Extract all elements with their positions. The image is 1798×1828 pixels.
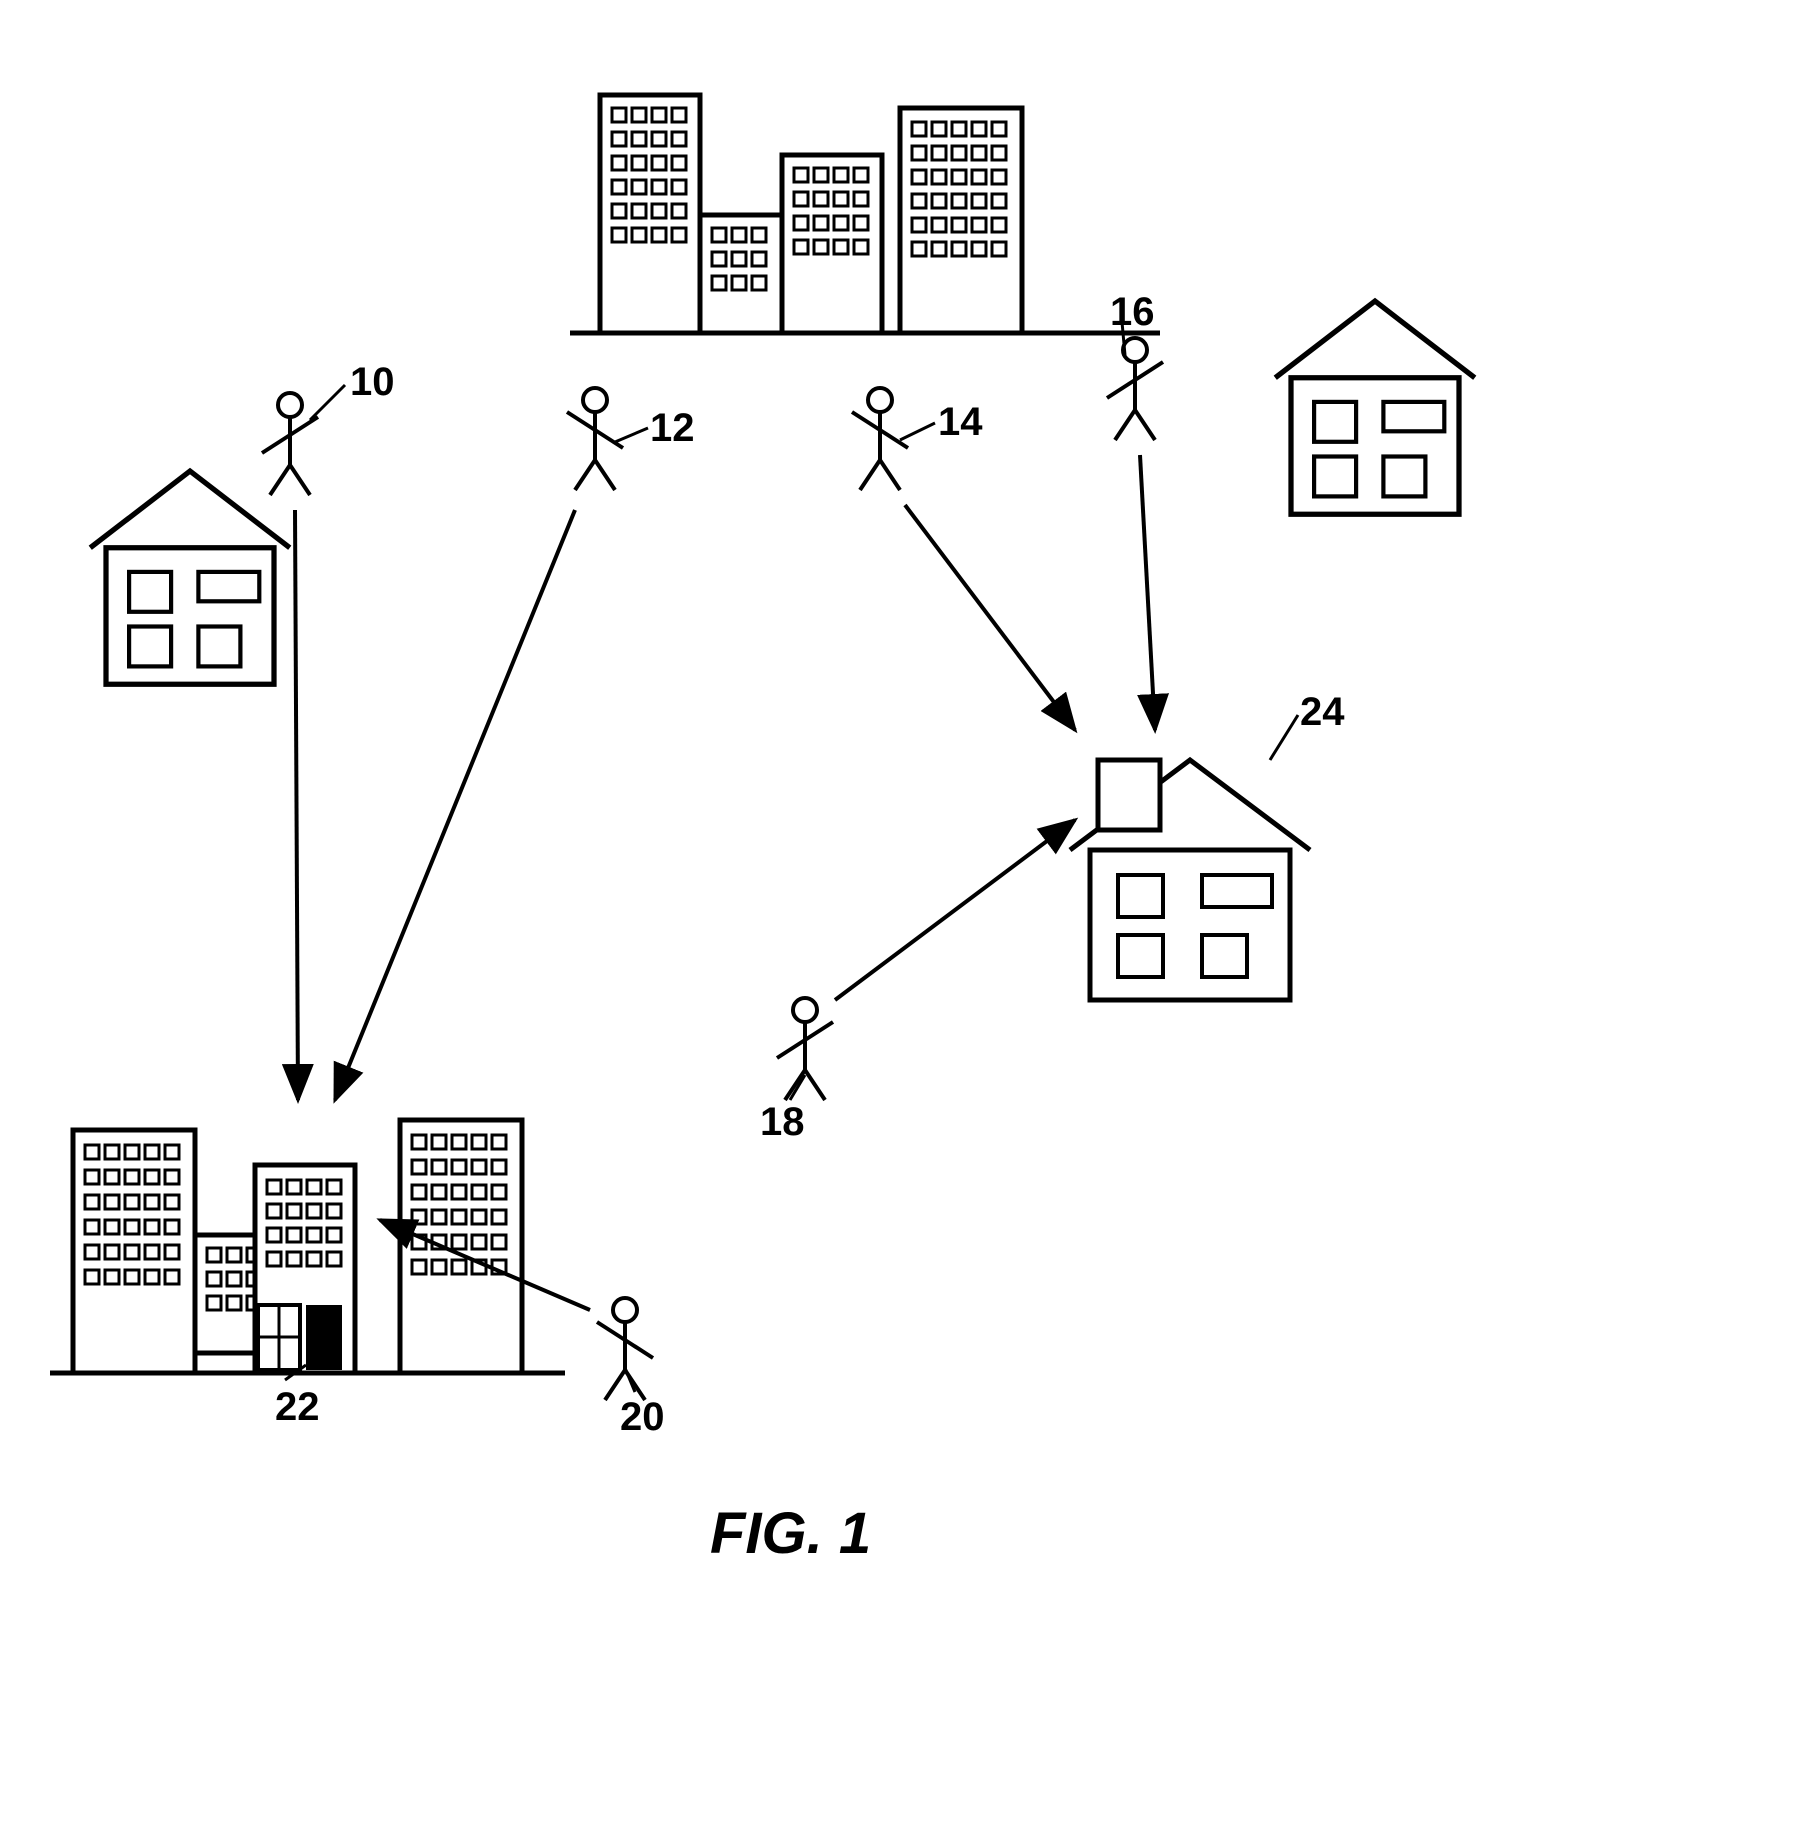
city-skyline-bottom bbox=[50, 1120, 565, 1373]
house-top-right bbox=[1275, 301, 1475, 514]
person-12 bbox=[567, 388, 623, 490]
person-16 bbox=[1107, 338, 1163, 440]
person-20 bbox=[597, 1298, 653, 1400]
person-18 bbox=[777, 998, 833, 1100]
city-skyline-top bbox=[570, 95, 1160, 333]
diagram-svg bbox=[0, 0, 1798, 1828]
person-10 bbox=[262, 393, 318, 495]
house-top-left bbox=[90, 471, 290, 684]
diagram-canvas: FIG. 1 10 12 14 16 18 20 22 24 bbox=[0, 0, 1798, 1828]
house-24 bbox=[1070, 760, 1310, 1000]
